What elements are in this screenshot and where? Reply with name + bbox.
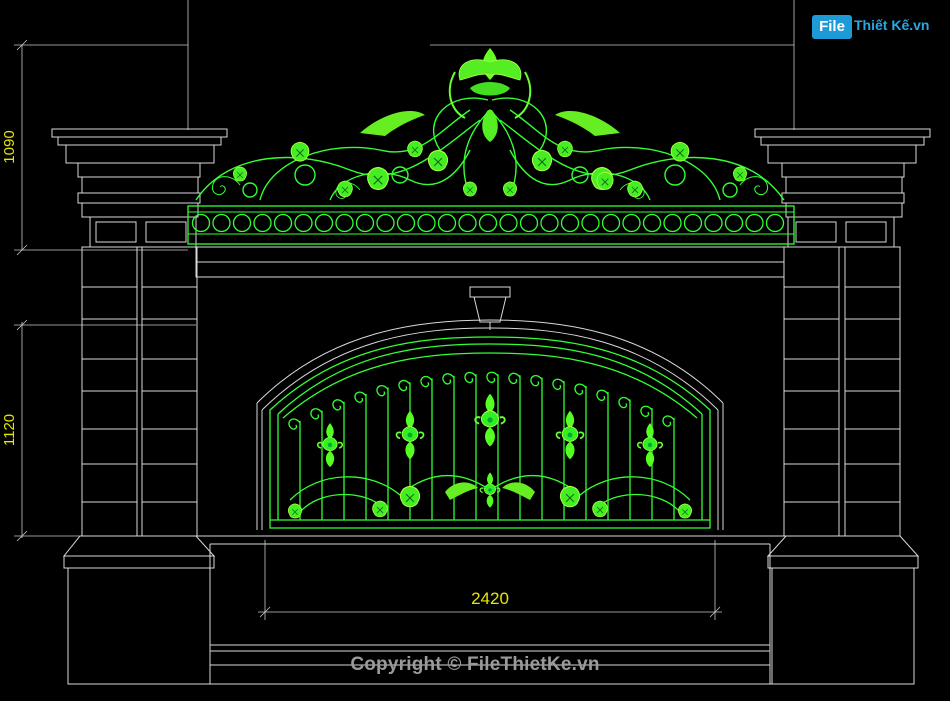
logo-file-badge: File (812, 15, 852, 39)
gate-lamp (469, 286, 511, 330)
crown-ornament (187, 48, 795, 245)
watermark-logo: File Thiết Kế.vn (812, 12, 929, 42)
dim-label-width: 2420 (471, 589, 509, 608)
dimension-lower-height (14, 319, 196, 542)
logo-site-name: Thiết Kế.vn (854, 17, 930, 33)
cad-elevation-drawing: 1090 1120 2420 (1, 0, 931, 685)
gate-ornaments (288, 392, 692, 519)
lintel-beam (195, 246, 785, 278)
dim-label-top: 1090 (1, 130, 18, 163)
dim-label-lower: 1120 (1, 414, 18, 446)
dimension-gate-width (258, 540, 722, 620)
copyright-watermark: Copyright © FileThietKe.vn (350, 654, 600, 675)
